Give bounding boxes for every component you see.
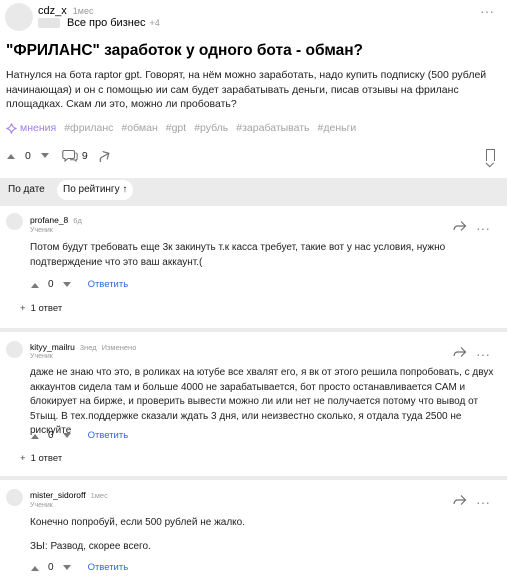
tag-item[interactable]: #обман [121,122,157,134]
comment-card: mister_sidoroff 1мес Ученик ··· Конечно п… [0,480,507,576]
comment-line: ЗЫ: Развод, скорее всего. [30,540,151,552]
post-actions: 0 9 [6,149,111,162]
upvote-icon[interactable] [6,152,16,160]
plus-icon: + [20,303,26,314]
share-icon[interactable] [97,150,111,162]
comment-avatar[interactable] [6,489,23,506]
comment-text: даже не знаю что это, в роликах на ютубе… [30,366,500,439]
replies-count: 1 ответ [30,453,63,464]
replies-count: 1 ответ [30,303,63,314]
share-icon[interactable] [453,494,467,506]
comment-role: Ученик [30,502,53,509]
upvote-icon[interactable] [30,281,40,289]
share-icon[interactable] [453,220,467,232]
comment-avatar[interactable] [6,213,23,230]
comment-role: Ученик [30,227,53,234]
downvote-icon[interactable] [62,281,72,289]
sparkle-icon [6,122,17,134]
tag-item[interactable]: #фриланс [64,122,113,134]
more-icon[interactable]: ··· [476,495,490,509]
comment-line: аккаунтов сидела там и больше 4000 не за… [30,381,466,393]
downvote-icon[interactable] [62,432,72,440]
share-icon[interactable] [453,346,467,358]
tag-item[interactable]: #зарабатывать [236,122,309,134]
vote-count: 0 [25,149,31,162]
comment-author-line: mister_sidoroff 1мес [30,490,108,500]
category-label[interactable]: Все про бизнес [67,17,145,29]
author-avatar[interactable] [5,3,33,31]
comment-author-line: kityy_mailru 3нед Изменено [30,342,136,352]
more-icon[interactable]: ··· [480,4,494,18]
comment-line: подтверждение что это ваш аккаунт.( [30,256,203,268]
tag-item[interactable]: #рубль [194,122,228,134]
comment-time: 6д [73,216,82,225]
comment-actions: 0 Ответить [30,430,128,441]
comments-count[interactable]: 9 [82,150,88,162]
category-extra[interactable]: +4 [149,18,159,28]
vote-count: 0 [48,562,54,573]
comment-avatar[interactable] [6,341,23,358]
comment-text: Потом будут требовать еще 3к закинуть т.… [30,241,500,270]
comment-icon[interactable] [62,149,78,162]
comment-author[interactable]: mister_sidoroff [30,490,86,500]
comment-line: Конечно попробуй, если 500 рублей не жал… [30,517,245,528]
comment-time: 3нед [79,343,97,352]
plus-icon: + [20,453,26,464]
post-body: Натнулся на бота raptor gpt. Говорят, на… [6,69,487,110]
comment-line: Потом будут требовать еще 3к закинуть т.… [30,242,446,253]
tag-item[interactable]: #gpt [166,122,186,134]
replies-toggle[interactable]: + 1 ответ [20,303,62,314]
comment-actions: 0 Ответить [30,562,128,573]
comment-card: profane_8 6д Ученик ··· Потом будут требо… [0,206,507,328]
post-author-line: cdz_x 1мес [38,5,93,17]
tag-item[interactable]: #деньги [318,122,357,134]
sort-by-rating[interactable]: По рейтингу ↑ [57,180,134,200]
comment-author[interactable]: kityy_mailru [30,342,75,352]
tag-item[interactable]: мнения [6,122,56,134]
comment-actions: 0 Ответить [30,279,128,290]
downvote-icon[interactable] [40,152,50,160]
comment-time: 1мес [90,491,108,500]
comment-line: даже не знаю что это, в роликах на ютубе… [30,367,494,378]
reply-button[interactable]: Ответить [88,430,129,441]
reply-button[interactable]: Ответить [88,562,129,573]
downvote-icon[interactable] [62,564,72,572]
edited-label: Изменено [101,343,137,352]
comment-author-line: profane_8 6д [30,215,82,225]
upvote-icon[interactable] [30,564,40,572]
comment-role: Ученик [30,353,53,360]
more-icon[interactable]: ··· [476,347,490,361]
post-time: 1мес [72,6,94,16]
comment-line: блокирует на бирже, и проверить вывести … [30,396,479,408]
comment-text: Конечно попробуй, если 500 рублей не жал… [30,516,500,554]
sort-bar: По дате По рейтингу ↑ [0,180,507,202]
question-card: cdz_x 1мес Все про бизнес +4 ··· "ФРИЛАНС… [0,0,507,178]
replies-toggle[interactable]: + 1 ответ [20,453,62,464]
upvote-icon[interactable] [30,432,40,440]
post-author[interactable]: cdz_x [38,5,67,17]
tag-label: мнения [20,122,57,134]
post-category[interactable]: Все про бизнес +4 [38,17,160,29]
post-title: "ФРИЛАНС" заработок у одного бота - обма… [6,42,364,59]
category-icon [38,18,60,28]
vote-count: 0 [48,279,54,290]
reply-button[interactable]: Ответить [88,279,129,290]
more-icon[interactable]: ··· [476,221,490,235]
comment-author[interactable]: profane_8 [30,215,68,225]
comment-card: kityy_mailru 3нед Изменено Ученик ··· даже… [0,332,507,476]
bookmark-icon[interactable] [486,149,495,161]
sort-by-date[interactable]: По дате [2,180,51,200]
tag-list: мнения #фриланс #обман #gpt #рубль #зара… [6,122,356,134]
vote-count: 0 [48,430,54,441]
